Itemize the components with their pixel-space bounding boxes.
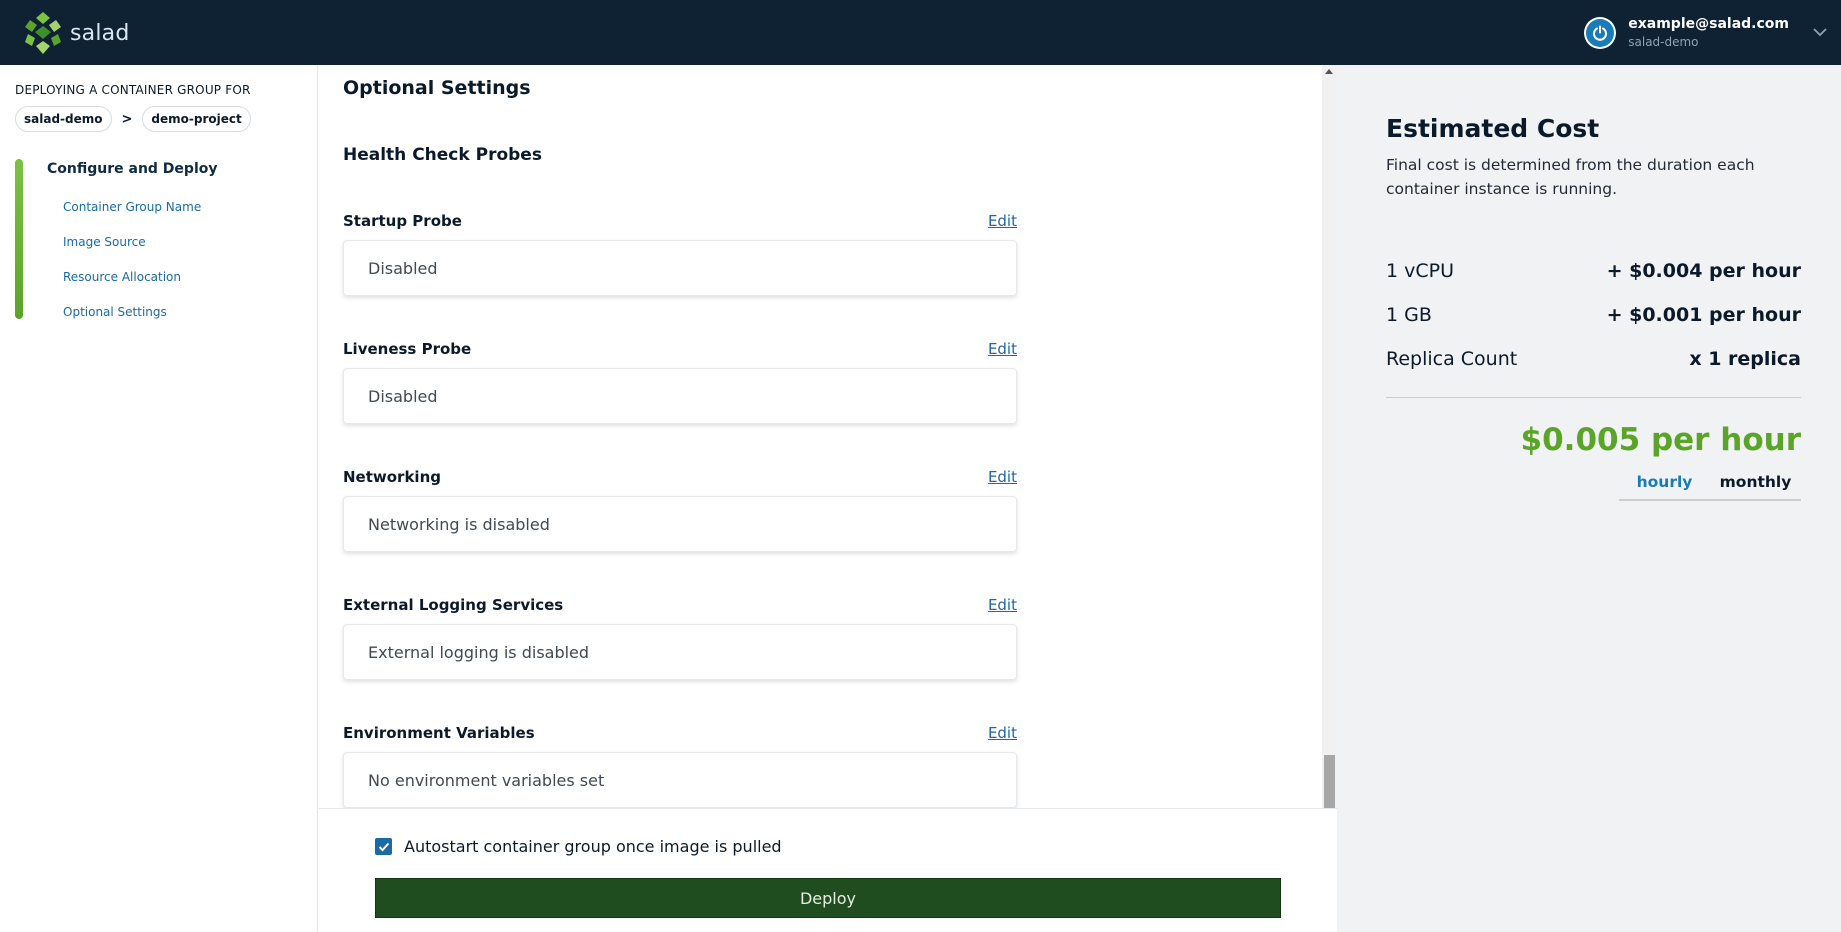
setting-value-box: External logging is disabled (343, 624, 1017, 680)
account-info: example@salad.com salad-demo (1628, 16, 1789, 49)
edit-external-logging-link[interactable]: Edit (988, 596, 1017, 614)
setting-startup-probe: Startup Probe Edit Disabled (343, 210, 1017, 296)
step-title[interactable]: Configure and Deploy (47, 161, 218, 177)
autostart-checkbox[interactable] (375, 838, 392, 855)
period-hourly-tab[interactable]: hourly (1619, 468, 1710, 499)
account-org: salad-demo (1628, 35, 1699, 49)
step-image-source[interactable]: Image Source (63, 235, 146, 249)
setting-value-box: Disabled (343, 368, 1017, 424)
scrollbar-thumb[interactable] (1324, 755, 1335, 808)
autostart-label: Autostart container group once image is … (404, 837, 782, 856)
cost-total: $0.005 per hour (1520, 422, 1801, 458)
edit-environment-variables-link[interactable]: Edit (988, 724, 1017, 742)
brand-name: salad (70, 20, 130, 46)
chevron-down-icon[interactable] (1807, 20, 1833, 46)
deploy-button[interactable]: Deploy (375, 878, 1281, 918)
edit-liveness-probe-link[interactable]: Edit (988, 340, 1017, 358)
salad-logo-icon (25, 12, 61, 54)
top-navigation-bar: salad example@salad.com salad-demo (0, 0, 1841, 65)
account-email: example@salad.com (1628, 16, 1789, 32)
setting-label: Environment Variables (343, 724, 535, 742)
step-resource-allocation[interactable]: Resource Allocation (63, 270, 181, 284)
cost-row-value: + $0.001 per hour (1606, 304, 1801, 326)
setting-label: Startup Probe (343, 212, 462, 230)
deploying-for-label: DEPLOYING A CONTAINER GROUP FOR (15, 83, 251, 97)
breadcrumb: salad-demo > demo-project (15, 106, 251, 132)
edit-networking-link[interactable]: Edit (988, 468, 1017, 486)
main-content: Optional Settings Health Check Probes St… (319, 65, 1322, 808)
setting-environment-variables: Environment Variables Edit No environmen… (343, 722, 1017, 808)
section-title: Optional Settings (343, 77, 531, 99)
setting-label: External Logging Services (343, 596, 564, 614)
setting-value-box: No environment variables set (343, 752, 1017, 808)
edit-startup-probe-link[interactable]: Edit (988, 212, 1017, 230)
setting-external-logging: External Logging Services Edit External … (343, 594, 1017, 680)
step-optional-settings[interactable]: Optional Settings (63, 305, 167, 319)
breadcrumb-org-chip[interactable]: salad-demo (15, 106, 112, 132)
breadcrumb-separator: > (121, 111, 133, 127)
salad-logo[interactable]: salad (22, 10, 130, 56)
period-toggle: hourly monthly (1619, 468, 1801, 501)
estimated-cost-panel: Estimated Cost Final cost is determined … (1337, 65, 1841, 932)
cost-row-vcpu: 1 vCPU + $0.004 per hour (1386, 260, 1801, 282)
cost-row-value: + $0.004 per hour (1606, 260, 1801, 282)
cost-divider (1386, 397, 1801, 398)
cost-row-value: x 1 replica (1689, 348, 1801, 370)
cost-row-memory: 1 GB + $0.001 per hour (1386, 304, 1801, 326)
cost-row-label: 1 GB (1386, 304, 1432, 326)
main-scrollbar[interactable] (1322, 65, 1337, 808)
cost-description: Final cost is determined from the durati… (1386, 156, 1755, 198)
period-monthly-tab[interactable]: monthly (1710, 468, 1801, 499)
cost-row-replica-count: Replica Count x 1 replica (1386, 348, 1801, 370)
sidebar: DEPLOYING A CONTAINER GROUP FOR salad-de… (0, 65, 318, 932)
check-icon (378, 842, 389, 851)
cost-title: Estimated Cost (1386, 114, 1600, 143)
autostart-option[interactable]: Autostart container group once image is … (375, 837, 782, 856)
step-container-group-name[interactable]: Container Group Name (63, 200, 201, 214)
setting-label: Liveness Probe (343, 340, 472, 358)
breadcrumb-project-chip[interactable]: demo-project (142, 106, 251, 132)
cost-row-label: Replica Count (1386, 348, 1518, 370)
step-progress-bar (15, 159, 23, 319)
account-menu[interactable]: example@salad.com salad-demo (1584, 0, 1841, 65)
setting-label: Networking (343, 468, 441, 486)
cost-row-label: 1 vCPU (1386, 260, 1455, 282)
setting-value-box: Disabled (343, 240, 1017, 296)
scroll-up-arrow-icon[interactable] (1325, 69, 1333, 74)
avatar[interactable] (1584, 16, 1617, 49)
setting-networking: Networking Edit Networking is disabled (343, 466, 1017, 552)
deploy-footer: Autostart container group once image is … (319, 808, 1337, 932)
setting-liveness-probe: Liveness Probe Edit Disabled (343, 338, 1017, 424)
setting-value-box: Networking is disabled (343, 496, 1017, 552)
power-icon (1586, 18, 1615, 47)
health-check-title: Health Check Probes (343, 145, 542, 165)
